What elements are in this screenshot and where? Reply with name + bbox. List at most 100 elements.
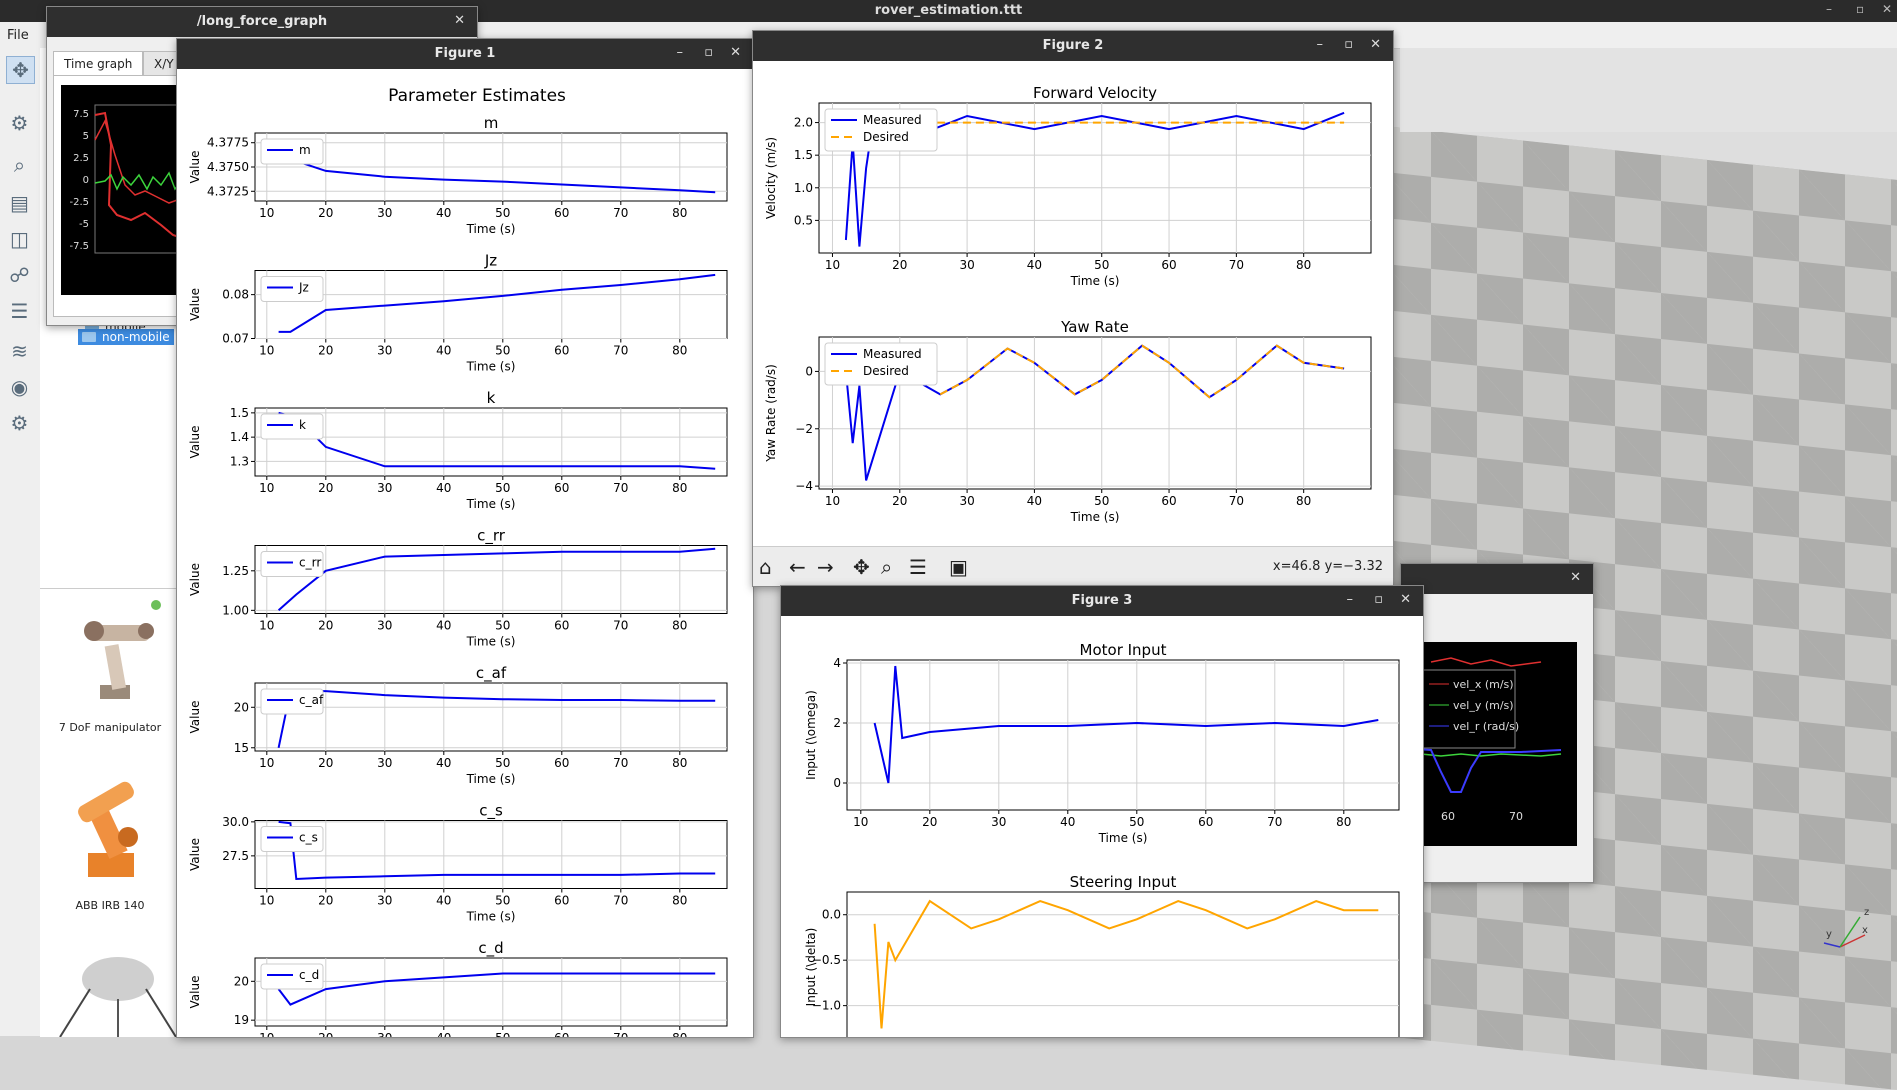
x-tick-label: 70 (613, 206, 628, 220)
legend-label: k (299, 418, 306, 432)
robot-icon[interactable]: ☍ (6, 262, 33, 288)
x-tick-label: 30 (377, 481, 392, 495)
axes-c-af[interactable]: c_af 10 20 30 40 50 60 70 80 15 20 Time (s) Value c_a… (188, 664, 728, 786)
axes-yaw-rate[interactable]: Yaw Rate 10 20 30 40 50 60 70 80 −4 −2 0 Time (s) Yaw… (764, 318, 1372, 524)
zoom-icon[interactable]: ⌕ (6, 152, 33, 178)
figure2-canvas[interactable]: Forward Velocity 10 20 30 40 50 60 70 80 0.5 1.0 1.… (753, 61, 1393, 576)
menu-file[interactable]: File (7, 28, 29, 43)
maximize-button[interactable]: ▫ (1374, 592, 1383, 607)
x-tick-label: 20 (318, 481, 333, 495)
legend-label: Measured (863, 113, 922, 127)
x-tick-label: 80 (672, 1031, 687, 1037)
x-tick-label: 60 (554, 481, 569, 495)
x-tick-label: 20 (318, 756, 333, 770)
x-tick-label: 10 (259, 481, 274, 495)
shape-icon[interactable]: ◫ (6, 226, 33, 252)
x-axis-label: Time (s) (466, 910, 516, 924)
y-tick-label: 7.5 (73, 109, 89, 120)
script-icon[interactable]: ▤ (6, 190, 33, 216)
axes-c-d[interactable]: c_d10203040506070801920Time (s)Valuec_d (188, 939, 728, 1037)
y-tick-label: 20 (234, 700, 249, 714)
maximize-button[interactable]: ▫ (1344, 37, 1353, 52)
y-tick-label: 19 (234, 1013, 249, 1027)
abb-thumbnail[interactable] (58, 767, 170, 887)
pan-icon[interactable]: ✥ (853, 555, 870, 579)
y-tick-label: 0.08 (222, 288, 249, 302)
x-tick-label: 50 (495, 206, 510, 220)
settings-icon[interactable]: ⚙ (6, 410, 33, 436)
axes-steering-input[interactable]: Steering Input−1.0−0.50.0Input (\delta) (804, 873, 1400, 1037)
axes-c-rr[interactable]: c_rr 10 20 30 40 50 60 70 80 1.00 1.25 Time (s) Valu… (188, 527, 728, 649)
folder-non-mobile[interactable]: non-mobile (78, 329, 174, 345)
model-thumbnails: 7 DoF manipulator ABB IRB 140 (40, 588, 188, 1037)
x-tick-label: 30 (377, 344, 392, 358)
y-tick-label: −2 (795, 422, 813, 436)
close-button[interactable]: ✕ (1370, 37, 1381, 52)
close-button[interactable]: ✕ (1882, 2, 1892, 16)
maximize-button[interactable]: ▫ (704, 45, 713, 60)
x-tick-label: 80 (672, 894, 687, 908)
x-tick-label: 20 (318, 894, 333, 908)
x-tick-label: 20 (892, 494, 907, 508)
legend-label: c_af (299, 693, 324, 707)
close-button[interactable]: ✕ (1400, 592, 1411, 607)
minimize-button[interactable]: – (1826, 2, 1832, 16)
axes-motor-input[interactable]: Motor Input 10 20 30 40 50 60 70 80 0 2 4 Time (s) In… (804, 641, 1400, 845)
velocity-graph-plot[interactable]: vel_x (m/s) vel_y (m/s) vel_r (rad/s) 60… (1401, 642, 1577, 846)
list-icon[interactable]: ☰ (6, 298, 33, 324)
x-tick-label: 30 (377, 1031, 392, 1037)
x-tick-label: 10 (259, 206, 274, 220)
figure3-canvas[interactable]: Motor Input 10 20 30 40 50 60 70 80 0 2 4 Time (s) In… (781, 616, 1423, 1037)
delta-robot-thumbnail[interactable] (50, 949, 180, 1037)
axes-k[interactable]: k 10 20 30 40 50 60 70 80 1.3 1.4 1.5 Time (s) Value k (188, 389, 728, 511)
axes-title: k (487, 389, 496, 407)
minimize-button[interactable]: – (677, 45, 684, 60)
axes-forward-velocity[interactable]: Forward Velocity 10 20 30 40 50 60 70 80 0.5 1.0 1.… (764, 84, 1372, 288)
y-tick-label: 2.5 (73, 153, 89, 164)
back-icon[interactable]: ← (789, 555, 806, 579)
y-axis-label: Input (\delta) (804, 928, 818, 1007)
manipulator-thumbnail[interactable] (60, 595, 170, 715)
move-icon[interactable]: ✥ (6, 56, 35, 84)
y-tick-label: 30.0 (222, 815, 249, 829)
axes-jz[interactable]: Jz 10 20 30 40 50 60 70 80 0.07 0.08 Time (s) Value J… (188, 252, 728, 374)
svg-text:z: z (1864, 907, 1869, 918)
figure1-canvas[interactable]: Parameter Estimates m 10 20 30 40 50 60 70 80 4.3… (177, 69, 753, 1037)
y-tick-label: 1.5 (794, 148, 813, 162)
y-tick-label: -5 (79, 219, 89, 230)
folder-label: non-mobile (102, 330, 170, 344)
x-tick-label: 40 (436, 481, 451, 495)
y-tick-label: 0.0 (822, 908, 841, 922)
y-axis-label: Value (188, 701, 202, 734)
minimize-button[interactable]: – (1347, 592, 1354, 607)
zoom-icon[interactable]: ⌕ (881, 555, 892, 579)
film-icon[interactable]: ◉ (6, 374, 33, 400)
x-axis-label: Time (s) (466, 360, 516, 374)
window-title: Figure 3 (1071, 593, 1133, 608)
x-tick-label: 10 (825, 494, 840, 508)
tab-time-graph[interactable]: Time graph (53, 51, 144, 76)
y-tick-label: 1.5 (230, 406, 249, 420)
y-axis-label: Value (188, 151, 202, 184)
x-tick-label: 80 (672, 206, 687, 220)
maximize-button[interactable]: ▫ (1856, 2, 1864, 16)
time-graph-plot[interactable]: 7.5 5 2.5 0 -2.5 -5 -7.5 30 (61, 85, 191, 295)
configure-icon[interactable]: ☰ (909, 555, 927, 579)
close-button[interactable]: ✕ (454, 13, 465, 28)
home-icon[interactable]: ⌂ (759, 555, 772, 579)
y-tick-label: −4 (795, 479, 813, 493)
object-properties-icon[interactable]: ⚙ (6, 110, 33, 136)
y-tick-label: 15 (234, 741, 249, 755)
save-icon[interactable]: ▣ (949, 555, 968, 579)
layers-icon[interactable]: ≋ (6, 338, 33, 364)
minimize-button[interactable]: – (1317, 37, 1324, 52)
axes-m[interactable]: m 10 20 30 40 50 60 70 80 4.3725 4.3750 4.3775 Time … (188, 114, 728, 236)
forward-icon[interactable]: → (817, 555, 834, 579)
legend-label: m (299, 143, 311, 157)
close-button[interactable]: ✕ (730, 45, 741, 60)
legend-box (260, 138, 324, 165)
axes-frame (846, 891, 1400, 1037)
axes-c-s[interactable]: c_s 10 20 30 40 50 60 70 80 27.5 30.0 Time (s) Value… (188, 802, 728, 924)
close-button[interactable]: ✕ (1570, 570, 1581, 585)
y-axis-label: Value (188, 838, 202, 871)
